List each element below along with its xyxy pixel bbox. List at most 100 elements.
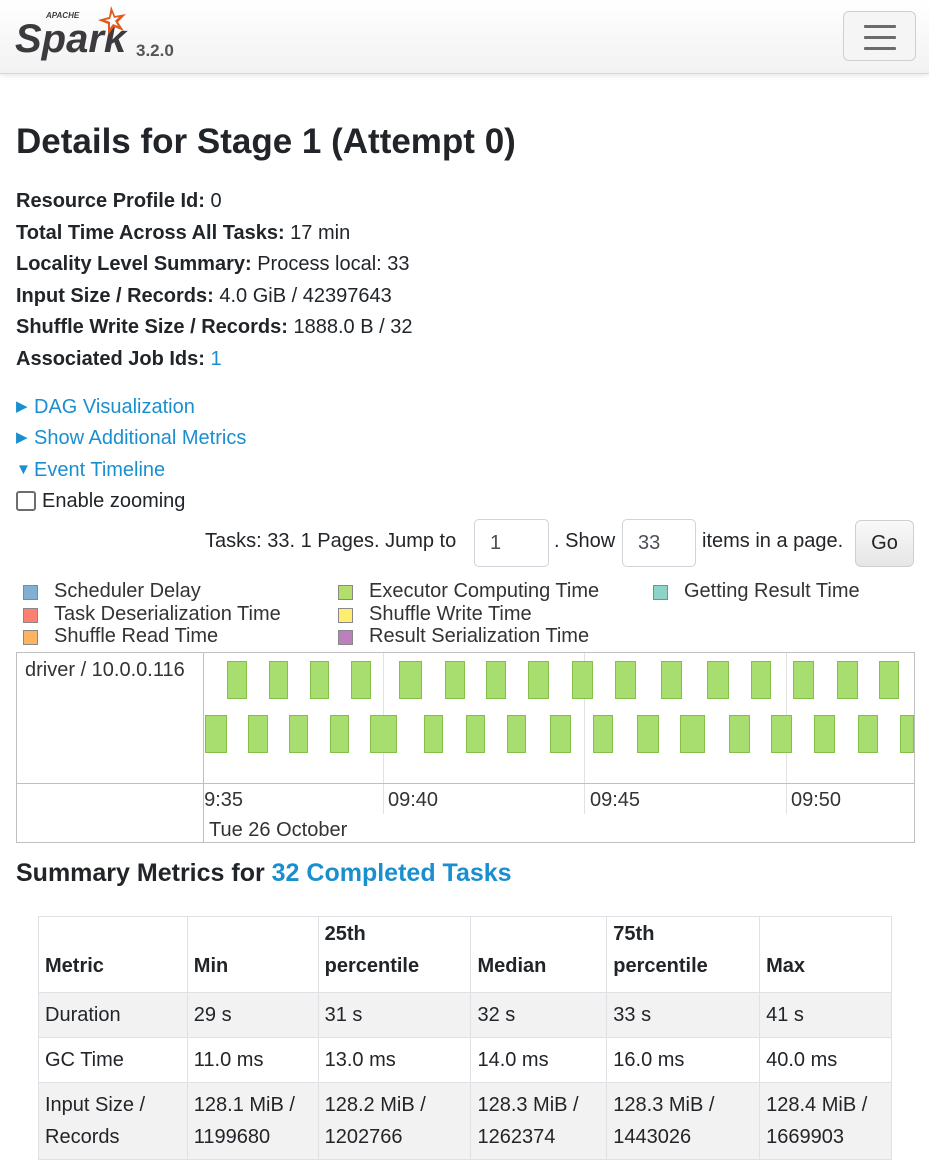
navbar-toggle-button[interactable] [843,11,916,61]
timeline-task[interactable] [351,661,371,699]
timeline-tick: 09:40 [388,789,439,811]
timeline-task[interactable] [424,715,443,753]
timeline-task[interactable] [771,715,792,753]
table-cell: 16.0 ms [606,1037,761,1083]
column-header[interactable]: Min [186,916,319,993]
timeline-task[interactable] [572,661,593,699]
summary-label: Shuffle Write Size / Records: [16,316,288,338]
timeline-task[interactable] [680,715,705,753]
stage-summary: Resource Profile Id: 0 Total Time Across… [16,186,412,375]
timeline-task[interactable] [445,661,465,699]
timeline-date: Tue 26 October [209,819,348,841]
timeline-task[interactable] [550,715,571,753]
timeline-group-label: driver / 10.0.0.116 [25,659,185,681]
timeline-tick: 09:35 [205,789,244,811]
timeline-task[interactable] [205,715,227,753]
summary-value: 0 [210,190,222,212]
legend-label: Task Deserialization Time [54,603,281,625]
legend-swatch [23,585,38,600]
timeline-task[interactable] [858,715,878,753]
column-header[interactable]: Median [470,916,608,993]
caret-right-icon: ▶ [16,429,28,446]
timeline-task[interactable] [637,715,659,753]
timeline-task[interactable] [227,661,247,699]
additional-metrics-toggle[interactable]: ▶ Show Additional Metrics [16,427,246,450]
summary-label: Total Time Across All Tasks: [16,221,285,244]
table-row: Input Size / Records 128.1 MiB / 1199680… [38,1082,892,1160]
column-header[interactable]: 25th percentile [317,916,472,993]
job-id-link[interactable]: 1 [211,348,222,370]
pagination-suffix: items in a page. [702,530,844,552]
timeline-task[interactable] [486,661,506,699]
page-title: Details for Stage 1 (Attempt 0) [16,122,516,161]
timeline-task[interactable] [793,661,814,699]
summary-value: Process local: 33 [257,253,410,275]
go-button[interactable]: Go [855,520,914,567]
table-cell: 128.3 MiB / 1443026 [606,1082,761,1160]
table-row: Duration 29 s 31 s 32 s 33 s 41 s [38,992,892,1038]
legend-label: Shuffle Read Time [54,625,219,647]
summary-locality: Locality Level Summary: Process local: 3… [16,249,412,281]
enable-zooming-row: Enable zooming [16,490,185,513]
jump-to-page-input[interactable]: 1 [474,519,549,567]
table-cell: 128.3 MiB / 1262374 [470,1082,608,1160]
event-timeline-toggle[interactable]: ▼ Event Timeline [16,459,165,482]
table-cell: Input Size / Records [38,1082,188,1160]
event-timeline[interactable]: driver / 10.0.0.116 09:35 09:40 09:45 09… [16,652,915,843]
expander-label: Event Timeline [34,459,166,481]
timeline-task[interactable] [751,661,771,699]
completed-tasks-link[interactable]: 32 Completed Tasks [272,859,512,887]
table-row: GC Time 11.0 ms 13.0 ms 14.0 ms 16.0 ms … [38,1037,892,1083]
timeline-task[interactable] [399,661,422,699]
timeline-task[interactable] [593,715,613,753]
summary-label: Input Size / Records: [16,284,214,307]
column-header[interactable]: Max [759,916,892,993]
page-size-input[interactable]: 33 [622,519,696,567]
timeline-task[interactable] [615,661,636,699]
timeline-task[interactable] [370,715,397,753]
summary-job-ids: Associated Job Ids: 1 [16,344,412,376]
timeline-task[interactable] [330,715,349,753]
summary-label: Locality Level Summary: [16,253,252,275]
table-cell: GC Time [38,1037,188,1083]
timeline-task[interactable] [466,715,485,753]
legend-label: Executor Computing Time [369,580,600,602]
column-header[interactable]: Metric [38,916,188,993]
metrics-title-text: Summary Metrics for [16,859,265,887]
spark-version: 3.2.0 [136,41,174,60]
table-cell: 13.0 ms [317,1037,472,1083]
timeline-task[interactable] [310,661,329,699]
summary-input: Input Size / Records: 4.0 GiB / 42397643 [16,281,412,313]
timeline-task[interactable] [814,715,835,753]
timeline-task[interactable] [837,661,858,699]
summary-resource-profile: Resource Profile Id: 0 [16,186,412,218]
timeline-task[interactable] [879,661,899,699]
table-cell: 14.0 ms [470,1037,608,1083]
timeline-task[interactable] [248,715,268,753]
spark-logo[interactable]: APACHE Spark [14,4,132,62]
table-cell: 32 s [470,992,608,1038]
table-header-row: Metric Min 25th percentile Median 75th p… [38,916,892,993]
summary-shuffle-write: Shuffle Write Size / Records: 1888.0 B /… [16,312,412,344]
legend-label: Result Serialization Time [369,625,590,647]
timeline-task[interactable] [289,715,308,753]
timeline-task[interactable] [269,661,288,699]
column-header[interactable]: 75th percentile [606,916,761,993]
timeline-task[interactable] [528,661,549,699]
pagination-show-label: . Show [554,530,616,552]
pagination-prefix: Tasks: 33. 1 Pages. Jump to [205,530,457,552]
summary-value: 1888.0 B / 32 [293,316,413,338]
table-cell: 11.0 ms [186,1037,319,1083]
timeline-task[interactable] [661,661,682,699]
timeline-task[interactable] [729,715,750,753]
expander-label: DAG Visualization [34,396,195,418]
enable-zooming-checkbox[interactable] [16,491,36,511]
timeline-task[interactable] [900,715,914,753]
summary-value: 17 min [290,221,351,244]
table-cell: 33 s [606,992,761,1038]
timeline-task[interactable] [507,715,526,753]
legend-swatch [23,630,38,645]
legend-swatch [653,585,668,600]
timeline-task[interactable] [707,661,729,699]
dag-visualization-toggle[interactable]: ▶ DAG Visualization [16,396,195,419]
